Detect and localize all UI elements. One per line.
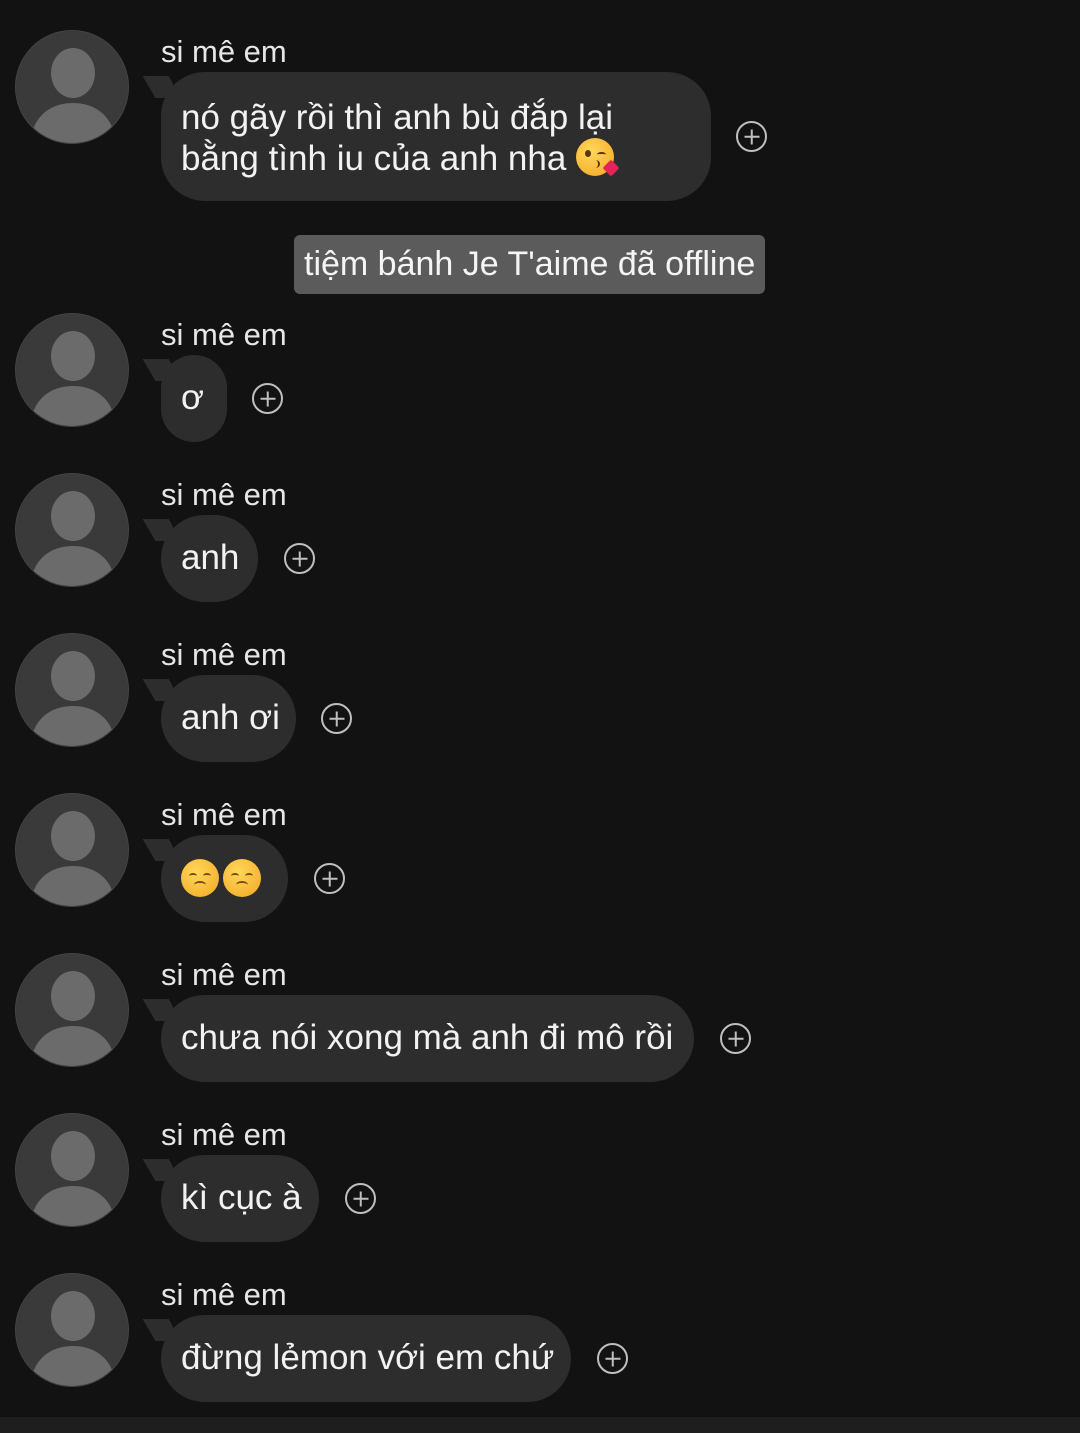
sender-name: si mê em [161,957,287,992]
avatar[interactable] [15,313,129,427]
message-bubble[interactable]: nó gãy rồi thì anh bù đắp lại bằng tình … [161,72,711,201]
message-bubble[interactable]: chưa nói xong mà anh đi mô rồi [161,995,694,1082]
default-avatar-icon [16,634,128,746]
add-reaction-icon[interactable] [345,1183,376,1214]
default-avatar-icon [16,314,128,426]
message-bubble[interactable]: đừng lẻmon với em chứ [161,1315,571,1402]
avatar[interactable] [15,633,129,747]
sender-name: si mê em [161,637,287,672]
avatar[interactable] [15,1273,129,1387]
message-text-line-wrap: bằng tình iu của anh nha [181,138,691,179]
avatar[interactable] [15,30,129,144]
avatar[interactable] [15,953,129,1067]
sender-name: si mê em [161,317,287,352]
sender-name: si mê em [161,1117,287,1152]
add-reaction-icon[interactable] [720,1023,751,1054]
add-reaction-icon[interactable] [597,1343,628,1374]
avatar[interactable] [15,473,129,587]
message-bubble[interactable]: anh [161,515,258,602]
message-bubble[interactable] [161,835,288,922]
disappointed-face-emoji [223,859,261,897]
default-avatar-icon [16,474,128,586]
add-reaction-icon[interactable] [284,543,315,574]
avatar[interactable] [15,793,129,907]
face-blowing-kiss-emoji [576,138,620,177]
default-avatar-icon [16,954,128,1066]
default-avatar-icon [16,1114,128,1226]
default-avatar-icon [16,31,128,143]
message-bubble[interactable]: ơ [161,355,227,442]
sender-name: si mê em [161,1277,287,1312]
default-avatar-icon [16,794,128,906]
sender-name: si mê em [161,34,287,69]
default-avatar-icon [16,1274,128,1386]
add-reaction-icon[interactable] [321,703,352,734]
add-reaction-icon[interactable] [736,121,767,152]
message-bubble[interactable]: anh ơi [161,675,296,762]
disappointed-face-emoji [181,859,219,897]
add-reaction-icon[interactable] [252,383,283,414]
add-reaction-icon[interactable] [314,863,345,894]
message-text-line: nó gãy rồi thì anh bù đắp lại [181,98,613,137]
sender-name: si mê em [161,477,287,512]
message-bubble[interactable]: kì cục à [161,1155,319,1242]
message-text-line: bằng tình iu của anh nha [181,139,567,178]
avatar[interactable] [15,1113,129,1227]
sender-name: si mê em [161,797,287,832]
system-notification: tiệm bánh Je T'aime đã offline [294,235,766,294]
bottom-bar [0,1417,1080,1433]
